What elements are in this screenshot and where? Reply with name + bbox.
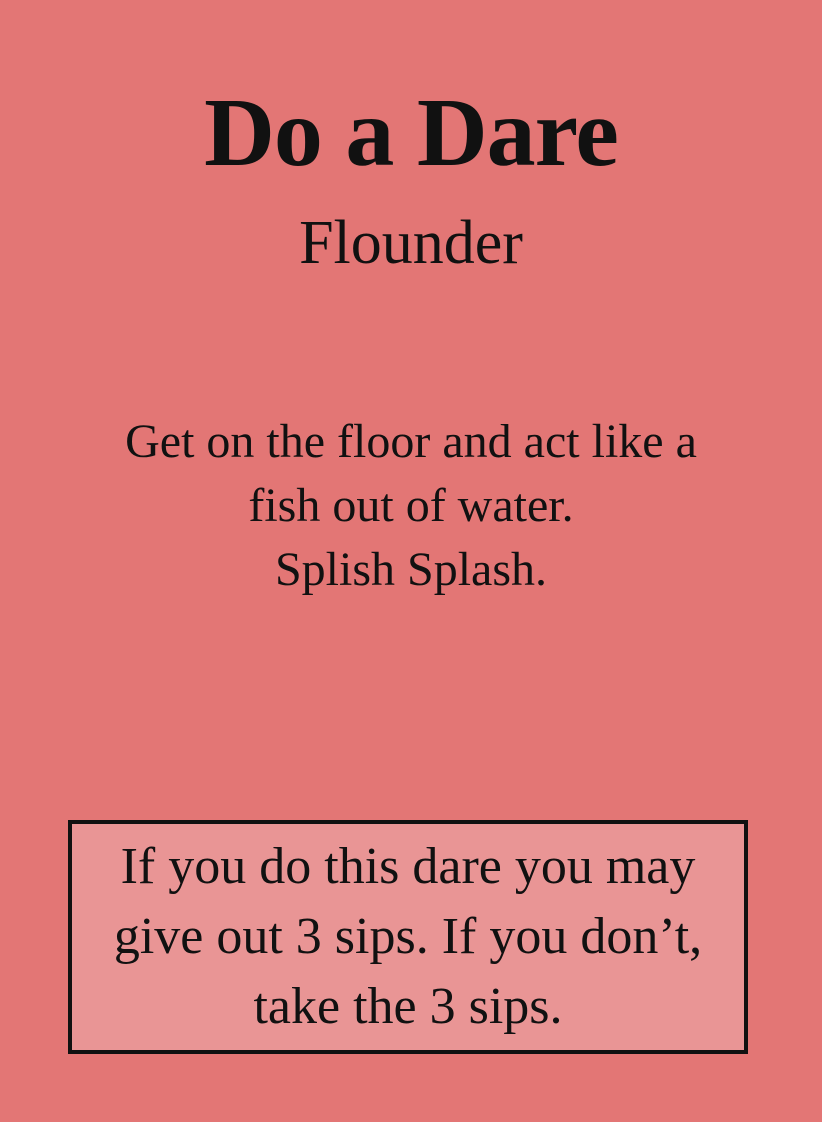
dare-line: Splish Splash. — [274, 543, 548, 596]
dare-line: Get on the floor and act like a — [125, 415, 697, 468]
rule-line: take the 3 sips. — [253, 978, 563, 1035]
rule-line: If you do this dare you may — [120, 838, 696, 895]
dare-line: fish out of water. — [248, 479, 574, 532]
rule-line: give out 3 sips. If you don’t, — [113, 908, 703, 965]
card-subtitle: Flounder — [299, 209, 523, 277]
rule-box: If you do this dare you may give out 3 s… — [68, 820, 748, 1054]
dare-card: Do a Dare Flounder Get on the floor and … — [0, 0, 822, 1122]
dare-description: Get on the floor and act like a fish out… — [40, 410, 782, 602]
rule-text: If you do this dare you may give out 3 s… — [78, 832, 738, 1042]
card-title: Do a Dare — [204, 79, 619, 187]
